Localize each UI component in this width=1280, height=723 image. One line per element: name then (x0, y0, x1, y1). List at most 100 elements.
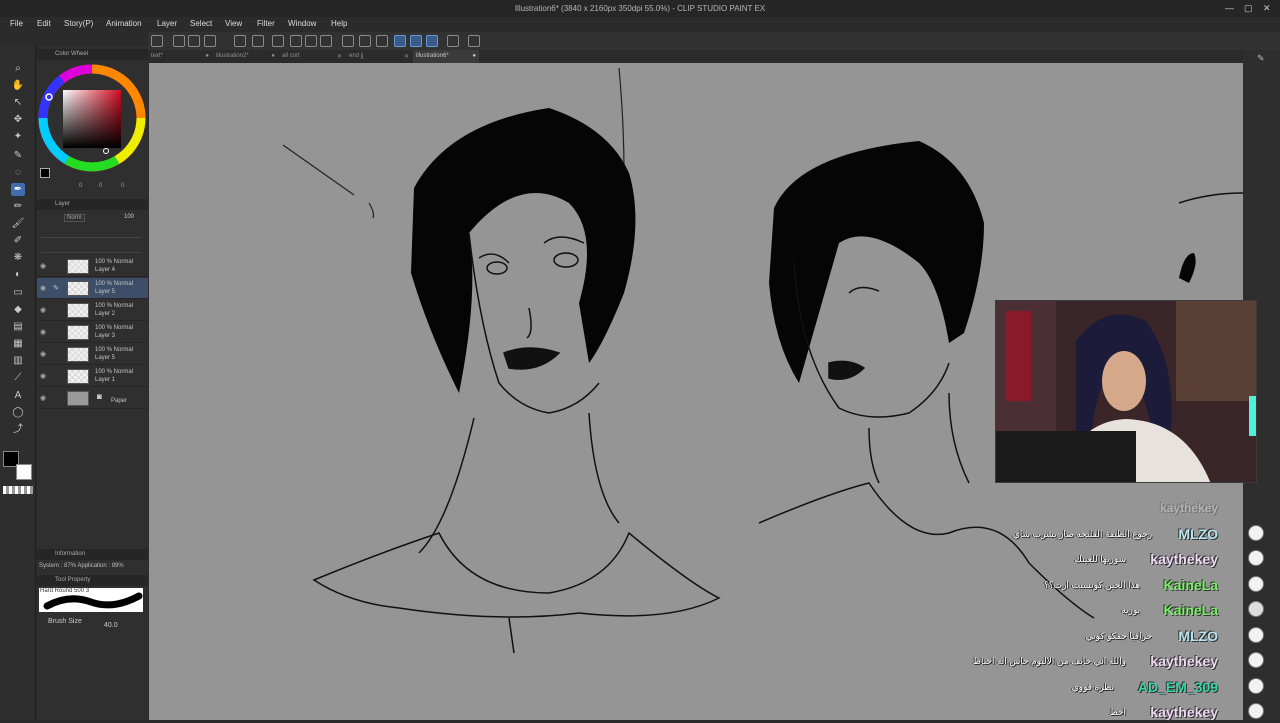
layer-row[interactable]: ◉ 100 % Normal Layer 5 (37, 344, 148, 365)
close-icon[interactable]: ● (205, 53, 209, 59)
eye-icon[interactable]: ◉ (40, 328, 46, 336)
layer-row[interactable]: ◉ 100 % Normal Layer 3 (37, 322, 148, 343)
balloon-icon[interactable]: ◯ (11, 406, 25, 419)
sub-color-swatch[interactable] (16, 464, 32, 480)
new-canvas-icon[interactable] (151, 35, 163, 47)
user-avatar-icon (1248, 703, 1264, 719)
chat-icon[interactable]: ✎ (1257, 53, 1265, 64)
lasso-icon[interactable]: ◌ (11, 166, 25, 179)
snap-ruler-icon[interactable] (394, 35, 406, 47)
decoration-icon[interactable]: ❋ (11, 251, 25, 264)
open-folder-icon[interactable] (188, 35, 200, 47)
eraser-icon[interactable]: ▭ (11, 286, 25, 299)
layer-thumbnail (67, 281, 89, 296)
airbrush-icon[interactable]: ✐ (11, 234, 25, 247)
layer-row[interactable]: ◉ 100 % Normal Layer 1 (37, 366, 148, 387)
menu-filter[interactable]: Filter (257, 19, 275, 28)
invert-icon[interactable] (359, 35, 371, 47)
brush-preview: Hard Round 500 3 (39, 588, 143, 612)
deselect-icon[interactable] (342, 35, 354, 47)
operation-icon[interactable]: ↖ (11, 96, 25, 109)
menu-animation[interactable]: Animation (106, 19, 142, 28)
undo-icon[interactable] (234, 35, 246, 47)
brush-icon[interactable]: 🖌 (11, 217, 25, 230)
menu-window[interactable]: Window (288, 19, 316, 28)
snap-special-icon[interactable] (410, 35, 422, 47)
fill-icon[interactable]: ◆ (11, 303, 25, 316)
opacity-value[interactable]: 100 (124, 214, 134, 220)
transform-icon[interactable] (305, 35, 317, 47)
frame-icon[interactable]: ▥ (11, 354, 25, 367)
layer-row-active[interactable]: ◉ ✎ 100 % Normal Layer 5 (37, 278, 148, 299)
chat-username: AD_EM_309 (1137, 679, 1218, 695)
select-icon[interactable] (376, 35, 388, 47)
clear-icon[interactable] (272, 35, 284, 47)
correct-line-icon[interactable]: ⤴ (11, 423, 25, 436)
settings-icon[interactable] (468, 35, 480, 47)
eye-icon[interactable]: ◉ (40, 372, 46, 380)
redo-icon[interactable] (252, 35, 264, 47)
mobile-icon[interactable] (447, 35, 459, 47)
close-icon[interactable]: ✕ (337, 53, 342, 60)
menu-layer[interactable]: Layer (157, 19, 177, 28)
fill-icon[interactable] (290, 35, 302, 47)
save-icon[interactable] (204, 35, 216, 47)
layer-name: Layer 5 (95, 355, 116, 361)
tab-all-cort[interactable]: all cort ✕ (279, 50, 345, 63)
close-icon[interactable]: ● (271, 53, 275, 59)
eyedropper-icon[interactable]: ✎ (11, 149, 25, 162)
move-icon[interactable]: ✥ (11, 113, 25, 126)
tab-illustration2[interactable]: illustration2* ● (213, 50, 278, 63)
paper-layer-row[interactable]: ◉ ◙ Paper (37, 388, 148, 409)
eye-icon[interactable]: ◉ (40, 284, 46, 292)
close-icon[interactable]: ● (472, 53, 476, 59)
chat-message: kaythekey سوريها للعينك (924, 548, 1264, 570)
minimize-icon[interactable]: — (1225, 3, 1234, 13)
gradient-icon[interactable]: ▤ (11, 320, 25, 333)
document-tabs: text* ● illustration2* ● all cort ✕ end jj ✕… (148, 50, 1248, 63)
eye-icon[interactable]: ◉ (40, 306, 46, 314)
blend-icon[interactable]: ◐ (11, 268, 25, 281)
layer-row[interactable]: ◉ 100 % Normal Layer 4 (37, 256, 148, 277)
snap-grid-icon[interactable] (426, 35, 438, 47)
menu-story[interactable]: Story(P) (64, 19, 93, 28)
hand-icon[interactable]: ✋ (11, 79, 25, 92)
menu-help[interactable]: Help (331, 19, 347, 28)
tab-label: text* (151, 53, 164, 59)
zoom-icon[interactable]: ⌕ (11, 62, 25, 75)
brush-size-value[interactable]: 40.0 (104, 622, 118, 629)
pen-icon[interactable]: ✒ (11, 183, 25, 196)
maximize-icon[interactable]: ▢ (1244, 3, 1253, 14)
transparent-color-swatch[interactable] (3, 486, 33, 494)
menu-view[interactable]: View (225, 19, 242, 28)
mini-main-color[interactable] (40, 168, 50, 178)
sparkle-icon[interactable]: ✦ (11, 130, 25, 143)
chat-message: MLZO جرافيا جفكو كوبي (924, 625, 1264, 647)
chat-text: والله اني خايف من الالبوم حاس انه احباط (972, 656, 1126, 666)
close-icon[interactable]: ✕ (404, 53, 409, 60)
figure-icon[interactable]: ▦ (11, 337, 25, 350)
menu-edit[interactable]: Edit (37, 19, 51, 28)
tab-end-jj[interactable]: end jj ✕ (346, 50, 412, 63)
eye-icon[interactable]: ◉ (40, 394, 46, 402)
menu-select[interactable]: Select (190, 19, 212, 28)
tab-illustration6[interactable]: illustration6* ● (413, 50, 479, 63)
layer-mode: 100 % Normal (95, 325, 134, 331)
blend-mode-select[interactable]: Norm (64, 214, 85, 222)
eye-icon[interactable]: ◉ (40, 350, 46, 358)
layer-row[interactable]: ◉ 100 % Normal Layer 2 (37, 300, 148, 321)
new-file-icon[interactable] (173, 35, 185, 47)
tab-text[interactable]: text* ● (148, 50, 212, 63)
text-icon[interactable]: A (11, 389, 25, 402)
crop-icon[interactable] (320, 35, 332, 47)
layer-thumbnail (67, 369, 89, 384)
eye-icon[interactable]: ◉ (40, 262, 46, 270)
color-value-b: 0 (121, 183, 125, 189)
color-wheel[interactable] (37, 62, 148, 174)
pencil-icon[interactable]: ✏ (11, 200, 25, 213)
ruler-icon[interactable]: ⟋ (11, 371, 25, 384)
close-icon[interactable]: ✕ (1263, 3, 1271, 14)
tool-property-title: Tool Property (37, 575, 148, 586)
menu-file[interactable]: File (10, 19, 23, 28)
tab-label: all cort (282, 53, 300, 59)
